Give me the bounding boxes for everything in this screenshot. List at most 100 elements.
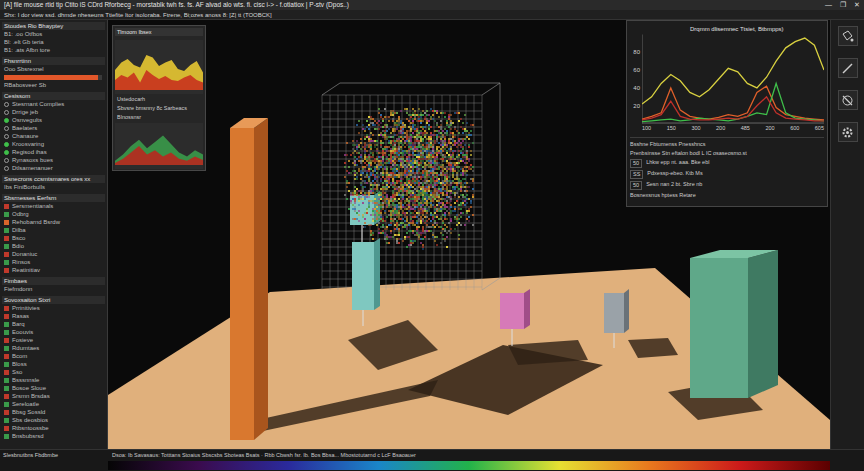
sidebar-item[interactable]: Ooo Sbsrexnel bbox=[2, 65, 105, 73]
section-header[interactable]: Sbsrnesses Eerfsrn bbox=[2, 194, 105, 202]
info-row[interactable]: SSPdxessp-ebeo. Ktb Ms bbox=[630, 169, 824, 180]
section-header[interactable]: Sovoxsaiton Stxri bbox=[2, 296, 105, 304]
sidebar-item[interactable]: Sereloatle bbox=[2, 400, 105, 408]
sidebar-item[interactable]: Rynasoxs bues bbox=[2, 156, 105, 164]
shadow bbox=[508, 340, 588, 365]
chart-series bbox=[115, 55, 203, 90]
sidebar-item[interactable]: Rtbsntoossbe bbox=[2, 424, 105, 432]
sidebar-item[interactable]: Fiefmdonn bbox=[2, 285, 105, 293]
grid-line bbox=[322, 103, 482, 104]
radio-circle[interactable] bbox=[4, 102, 9, 107]
info-row[interactable]: 50Lhkw epp nt. aaa. Bke ebl bbox=[630, 158, 824, 169]
sidebar-item[interactable]: Rasas bbox=[2, 312, 105, 320]
grid-line bbox=[322, 287, 482, 288]
item-label: Rynasoxs bues bbox=[12, 156, 53, 164]
radio-circle[interactable] bbox=[4, 158, 9, 163]
grid-line bbox=[322, 83, 340, 95]
section-header[interactable]: Stoudes Rio Bhayptey bbox=[2, 22, 105, 30]
item-label: Sersmentianals bbox=[12, 202, 53, 210]
menu-text[interactable]: Shx: I dor view ssd. dhmde nheseuns Ttie… bbox=[4, 10, 272, 20]
sidebar-item[interactable]: Ibs FiniBorbulls bbox=[2, 183, 105, 191]
sidebar-item[interactable]: Bsco bbox=[2, 234, 105, 242]
sidebar-item[interactable]: Barq bbox=[2, 320, 105, 328]
item-label: B1: .ats Afbn tore bbox=[4, 46, 50, 54]
window-control-button[interactable]: ✕ bbox=[854, 0, 860, 10]
sidebar-item[interactable]: Bnsbubsrsd bbox=[2, 432, 105, 440]
sidebar-item[interactable]: Bl: .elt Gb teria bbox=[2, 38, 105, 46]
radio-circle[interactable] bbox=[4, 126, 9, 131]
sidebar-item[interactable]: Bosoe Sloue bbox=[2, 384, 105, 392]
sidebar-item[interactable]: Odbrg bbox=[2, 210, 105, 218]
grid-line bbox=[482, 278, 500, 290]
chart-line bbox=[642, 38, 824, 104]
row-id: SS bbox=[630, 170, 643, 179]
chart-box bbox=[115, 40, 203, 94]
item-label: Bbsg Sossld bbox=[12, 408, 45, 416]
x-tick: 200 bbox=[765, 124, 774, 133]
info-row[interactable]: 50Sesn nan 2 bt. Sbre nb bbox=[630, 180, 824, 191]
window-control-button[interactable]: ❐ bbox=[840, 0, 846, 10]
sidebar-item[interactable]: Baelaters bbox=[2, 124, 105, 132]
sidebar-item[interactable]: Osnvegults bbox=[2, 116, 105, 124]
section-header[interactable]: Ssnecrons ccsmtsmares ores xx bbox=[2, 175, 105, 183]
radio-circle[interactable] bbox=[4, 134, 9, 139]
item-label: Rtbsntoossbe bbox=[12, 424, 49, 432]
color-swatch bbox=[4, 268, 9, 273]
grid-line bbox=[322, 255, 482, 256]
sidebar-item[interactable]: Srsmn Brsdas bbox=[2, 392, 105, 400]
status-bar: Slesbnutbns FbdbmbeDsoa: Ib Savasaus: To… bbox=[0, 450, 864, 460]
sidebar-item[interactable]: Kroosvaring bbox=[2, 140, 105, 148]
tool-button[interactable] bbox=[838, 26, 858, 46]
tool-button[interactable] bbox=[838, 58, 858, 78]
sidebar-item[interactable]: Donaniuc bbox=[2, 250, 105, 258]
window-control-button[interactable]: — bbox=[825, 0, 832, 10]
tool-bar bbox=[830, 20, 864, 449]
sidebar-item[interactable]: B1: .ats Afbn tore bbox=[2, 46, 105, 54]
sidebar-item[interactable]: Fosieve bbox=[2, 336, 105, 344]
radio-circle[interactable] bbox=[4, 166, 9, 171]
sidebar-item[interactable] bbox=[2, 73, 105, 81]
color-swatch bbox=[4, 426, 9, 431]
sidebar-item[interactable]: Rdumtaes bbox=[2, 344, 105, 352]
green-box-top bbox=[690, 250, 778, 258]
sidebar-item[interactable]: Bdio bbox=[2, 242, 105, 250]
sidebar-item[interactable]: Eoouvis bbox=[2, 328, 105, 336]
sidebar-item[interactable]: Dilba bbox=[2, 226, 105, 234]
section-header[interactable]: Fimbaes bbox=[2, 277, 105, 285]
sidebar-item[interactable]: RBabosveer Sb bbox=[2, 81, 105, 89]
sidebar-item[interactable]: Prrinitivies bbox=[2, 304, 105, 312]
sidebar-item[interactable]: Reatinitiav bbox=[2, 266, 105, 274]
sidebar-item[interactable]: Dtlsamenanuer bbox=[2, 164, 105, 172]
sidebar-item[interactable]: Drrige jeb bbox=[2, 108, 105, 116]
sidebar-item[interactable]: Regisod ihas bbox=[2, 148, 105, 156]
sidebar-item[interactable]: B1: .oo Otfbos bbox=[2, 30, 105, 38]
radio-circle[interactable] bbox=[4, 118, 9, 123]
line-chart bbox=[642, 34, 824, 124]
sidebar-item[interactable]: Rehobarnd Bsrdw bbox=[2, 218, 105, 226]
sidebar-item[interactable]: Sso bbox=[2, 368, 105, 376]
icon-shape bbox=[846, 131, 849, 134]
section-header[interactable]: Cesissom bbox=[2, 92, 105, 100]
color-swatch bbox=[4, 418, 9, 423]
color-swatch bbox=[4, 220, 9, 225]
sidebar-item[interactable]: Sbs deosbios bbox=[2, 416, 105, 424]
radio-circle[interactable] bbox=[4, 150, 9, 155]
sidebar-item[interactable]: Stesrnant Complies bbox=[2, 100, 105, 108]
sidebar-item[interactable]: Bcom bbox=[2, 352, 105, 360]
tool-button[interactable] bbox=[838, 122, 858, 142]
sidebar-item[interactable]: Bloss bbox=[2, 360, 105, 368]
color-swatch bbox=[4, 330, 9, 335]
item-label: Donaniuc bbox=[12, 250, 37, 258]
color-swatch bbox=[4, 204, 9, 209]
sidebar-item[interactable]: Chanaure bbox=[2, 132, 105, 140]
section-header[interactable]: Fhsnrrtinn bbox=[2, 57, 105, 65]
panel-title: Tlmoom Ibsex bbox=[115, 28, 203, 36]
tool-button[interactable] bbox=[838, 90, 858, 110]
sidebar-item[interactable]: Bbsg Sossld bbox=[2, 408, 105, 416]
radio-circle[interactable] bbox=[4, 110, 9, 115]
3d-viewport[interactable]: Tlmoom IbsexUstedocarhSbvsre bmsnny 8c S… bbox=[108, 20, 830, 449]
radio-circle[interactable] bbox=[4, 142, 9, 147]
sidebar-item[interactable]: Bsssnnsle bbox=[2, 376, 105, 384]
sidebar-item[interactable]: Rinsos bbox=[2, 258, 105, 266]
sidebar-item[interactable]: Sersmentianals bbox=[2, 202, 105, 210]
